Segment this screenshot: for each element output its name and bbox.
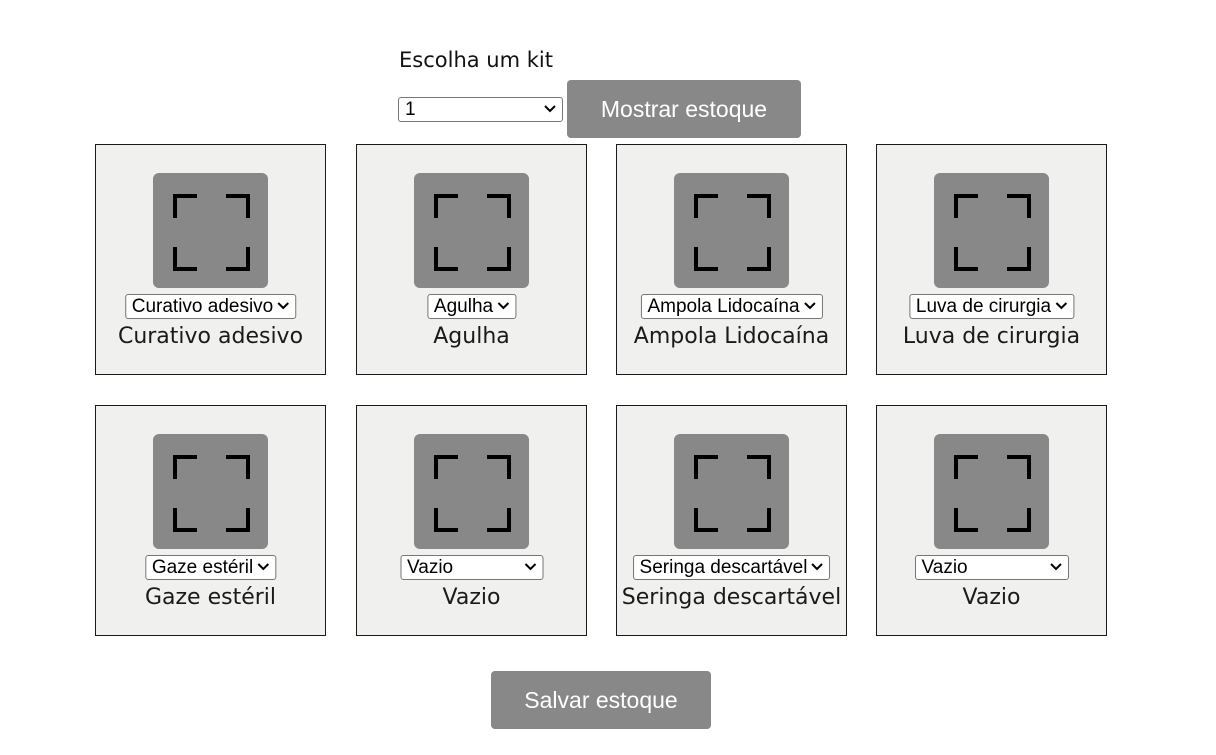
chevron-down-icon <box>257 563 269 571</box>
slot-image[interactable] <box>934 434 1049 549</box>
slot-select-value: Luva de cirurgia <box>915 296 1052 317</box>
image-placeholder-icon <box>173 455 250 532</box>
slot-image[interactable] <box>674 173 789 288</box>
slot-image[interactable] <box>934 173 1049 288</box>
slot-card: Ampola Lidocaína Ampola Lidocaína <box>616 144 847 375</box>
slot-select[interactable]: Luva de cirurgia <box>908 294 1075 319</box>
chevron-down-icon <box>811 563 824 571</box>
slot-name: Ampola Lidocaína <box>633 324 830 349</box>
chevron-down-icon <box>544 105 556 113</box>
chevron-down-icon <box>277 302 289 310</box>
image-placeholder-icon <box>173 194 250 271</box>
slot-card: Seringa descartável Seringa descartável <box>616 405 847 636</box>
slot-name: Seringa descartável <box>621 585 842 610</box>
slot-card: Vazio Vazio <box>876 405 1107 636</box>
slot-select[interactable]: Ampola Lidocaína <box>640 294 823 319</box>
chevron-down-icon <box>1049 563 1062 571</box>
slot-select-value: Ampola Lidocaína <box>647 296 800 317</box>
slot-name: Vazio <box>962 585 1021 610</box>
slot-select[interactable]: Vazio <box>400 555 543 580</box>
slot-card: Vazio Vazio <box>356 405 587 636</box>
slot-name: Curativo adesivo <box>117 324 304 349</box>
slot-card: Agulha Agulha <box>356 144 587 375</box>
slot-select[interactable]: Gaze estéril <box>144 555 277 580</box>
image-placeholder-icon <box>954 455 1031 532</box>
chevron-down-icon <box>497 302 509 310</box>
slot-image[interactable] <box>414 173 529 288</box>
kit-select-value: 1 <box>405 99 416 120</box>
slot-image[interactable] <box>674 434 789 549</box>
image-placeholder-icon <box>694 455 771 532</box>
show-stock-button[interactable]: Mostrar estoque <box>567 80 801 138</box>
kit-select[interactable]: 1 <box>398 97 563 122</box>
save-stock-button[interactable]: Salvar estoque <box>491 671 711 729</box>
slot-select[interactable]: Agulha <box>426 294 517 319</box>
slot-card: Luva de cirurgia Luva de cirurgia <box>876 144 1107 375</box>
slot-card: Gaze estéril Gaze estéril <box>95 405 326 636</box>
chevron-down-icon <box>1055 302 1067 310</box>
image-placeholder-icon <box>434 194 511 271</box>
slot-image[interactable] <box>153 434 268 549</box>
slot-card: Curativo adesivo Curativo adesivo <box>95 144 326 375</box>
slot-name: Agulha <box>433 324 510 349</box>
image-placeholder-icon <box>434 455 511 532</box>
slot-select-value: Vazio <box>921 557 968 578</box>
slot-select-value: Curativo adesivo <box>131 296 274 317</box>
chevron-down-icon <box>524 563 536 571</box>
image-placeholder-icon <box>954 194 1031 271</box>
slot-select[interactable]: Curativo adesivo <box>124 294 297 319</box>
slot-name: Vazio <box>442 585 501 610</box>
chevron-down-icon <box>803 302 816 310</box>
slot-image[interactable] <box>153 173 268 288</box>
slot-name: Gaze estéril <box>144 585 277 610</box>
kit-label: Escolha um kit <box>399 48 553 72</box>
slot-select-value: Gaze estéril <box>151 557 254 578</box>
slot-select-value: Agulha <box>433 296 494 317</box>
slot-select[interactable]: Vazio <box>914 555 1069 580</box>
slot-image[interactable] <box>414 434 529 549</box>
slot-select-value: Seringa descartável <box>639 557 808 578</box>
slot-name: Luva de cirurgia <box>902 324 1081 349</box>
image-placeholder-icon <box>694 194 771 271</box>
slot-select[interactable]: Seringa descartável <box>632 555 831 580</box>
slot-select-value: Vazio <box>407 557 454 578</box>
